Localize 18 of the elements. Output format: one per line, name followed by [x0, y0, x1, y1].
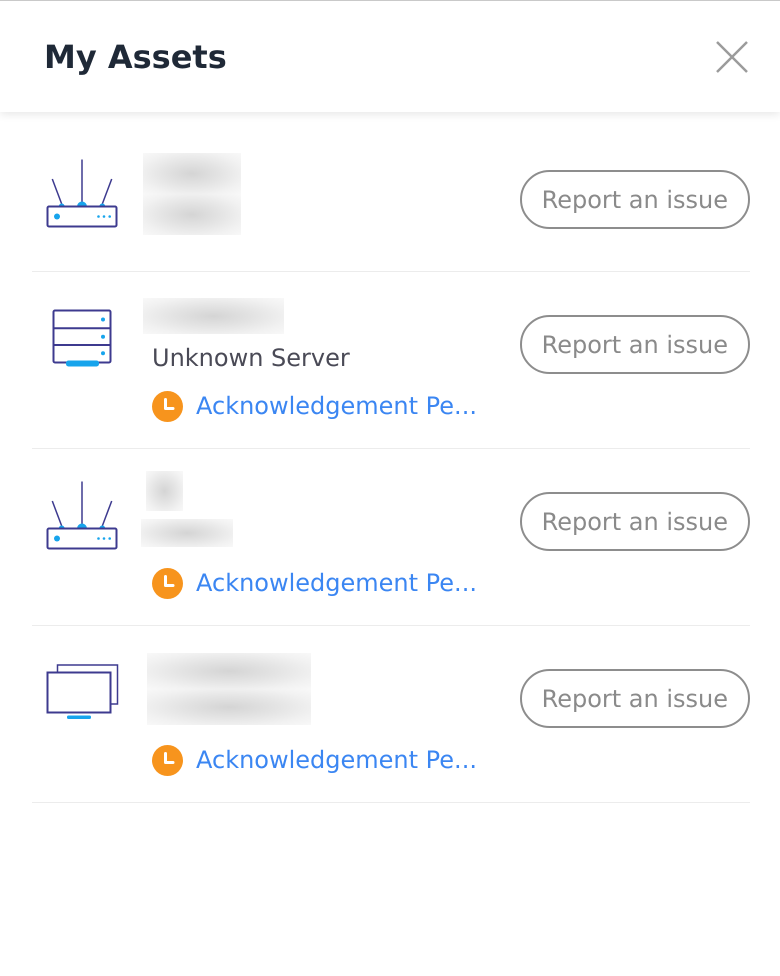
status-link[interactable]: Acknowledgement Pe... — [196, 569, 477, 597]
status-link[interactable]: Acknowledgement Pe... — [196, 392, 477, 420]
report-issue-button[interactable]: Report an issue — [520, 315, 750, 374]
asset-type-label: Unknown Server — [152, 344, 350, 372]
panel-title: My Assets — [44, 38, 227, 76]
clock-icon — [152, 568, 183, 598]
close-icon — [716, 40, 748, 72]
close-button[interactable] — [716, 40, 748, 72]
clock-icon — [152, 390, 183, 422]
clock-icon — [152, 744, 183, 776]
router-icon — [46, 480, 118, 550]
report-issue-button[interactable]: Report an issue — [520, 669, 750, 728]
status-link[interactable]: Acknowledgement Pe... — [196, 746, 477, 774]
router-icon — [46, 158, 118, 228]
report-issue-button[interactable]: Report an issue — [520, 170, 750, 229]
report-issue-button[interactable]: Report an issue — [520, 492, 750, 551]
server-icon — [52, 308, 112, 368]
monitor-icon — [46, 664, 118, 720]
